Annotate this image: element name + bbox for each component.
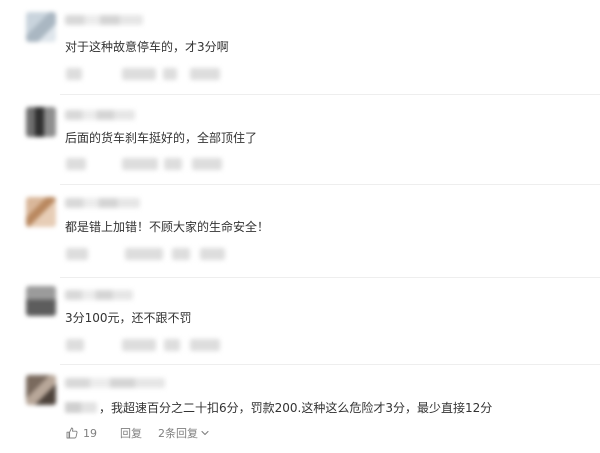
username-redacted[interactable] (65, 110, 135, 120)
comment-meta-redacted (60, 248, 225, 260)
avatar[interactable] (26, 375, 56, 405)
comment-item: 对于这种故意停车的，才3分啊 (0, 0, 600, 95)
comment-item: 都是错上加错！不顾大家的生命安全！ (0, 185, 600, 278)
comment-text: 3分100元，还不跟不罚 (65, 311, 192, 325)
thumbs-up-icon (66, 427, 78, 439)
comment-meta-redacted (60, 339, 225, 351)
reply-button[interactable]: 回复 (120, 425, 142, 441)
comment-text: 后面的货车刹车挺好的，全部顶住了 (65, 131, 258, 145)
comment-text: 都是错上加错！不顾大家的生命安全！ (65, 220, 270, 234)
chevron-down-icon (200, 428, 210, 438)
username-redacted[interactable] (65, 378, 165, 388)
avatar[interactable] (26, 286, 56, 316)
comment-text: 对于这种故意停车的，才3分啊 (65, 40, 229, 54)
reply-label: 回复 (120, 427, 142, 440)
comment-actions: 19 回复 2条回复 (66, 425, 210, 441)
view-replies-label: 2条回复 (158, 427, 198, 440)
comment-text-body: ，我超速百分之二十扣6分，罚款200.这种这么危险才3分，最少直接12分 (99, 401, 493, 415)
comment-item: 后面的货车刹车挺好的，全部顶住了 (0, 95, 600, 185)
mentioned-username-redacted[interactable] (65, 402, 97, 413)
view-replies-button[interactable]: 2条回复 (158, 425, 210, 441)
username-redacted[interactable] (65, 198, 140, 208)
comment-meta-redacted (60, 68, 225, 80)
like-count: 19 (83, 426, 97, 440)
like-button[interactable]: 19 (66, 427, 97, 440)
comment-item: 3分100元，还不跟不罚 (0, 278, 600, 365)
comment-item: ，我超速百分之二十扣6分，罚款200.这种这么危险才3分，最少直接12分 19 … (0, 365, 600, 453)
comment-feed: 对于这种故意停车的，才3分啊 后面的货车刹车挺好的，全部顶住了 都是错上加错！不… (0, 0, 600, 453)
username-redacted[interactable] (65, 290, 133, 300)
avatar[interactable] (26, 107, 56, 137)
username-redacted[interactable] (65, 15, 143, 25)
avatar[interactable] (26, 12, 56, 42)
avatar[interactable] (26, 197, 56, 227)
comment-text: ，我超速百分之二十扣6分，罚款200.这种这么危险才3分，最少直接12分 (65, 400, 492, 416)
comment-meta-redacted (60, 158, 225, 170)
